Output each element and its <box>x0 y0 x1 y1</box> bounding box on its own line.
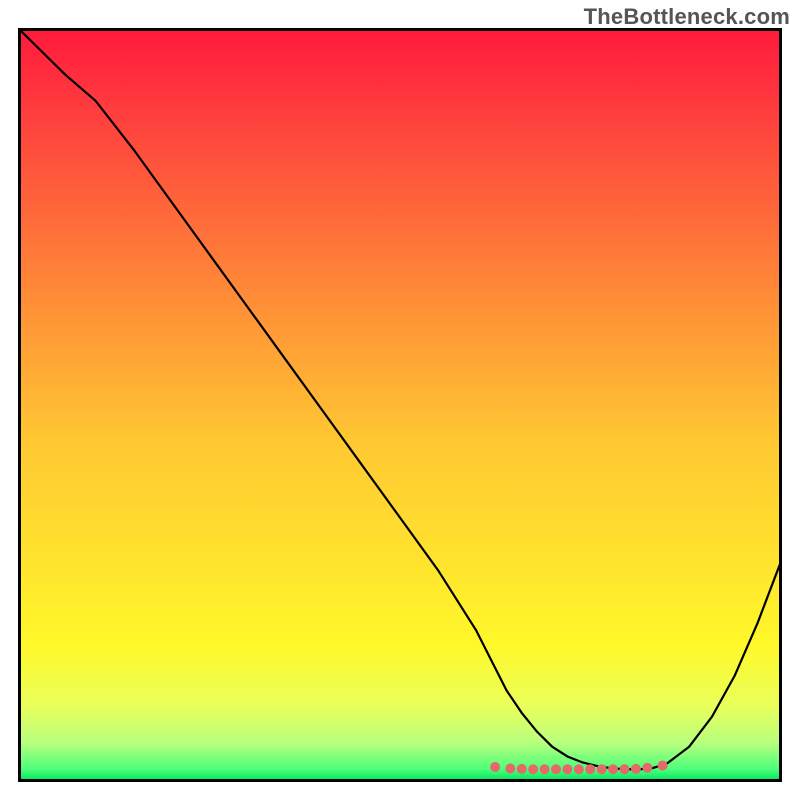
highlight-dot <box>597 764 607 774</box>
highlight-dot <box>658 760 668 770</box>
watermark-text: TheBottleneck.com <box>584 4 790 30</box>
highlight-dot <box>517 764 527 774</box>
highlight-dot <box>505 763 515 773</box>
highlight-dot <box>490 762 500 772</box>
highlight-dot <box>574 764 584 774</box>
highlight-dot <box>528 764 538 774</box>
chart-background <box>20 30 781 781</box>
chart-frame <box>18 28 782 782</box>
highlight-dot <box>631 764 641 774</box>
highlight-dot <box>562 764 572 774</box>
chart-container: TheBottleneck.com <box>0 0 800 800</box>
highlight-dot <box>540 764 550 774</box>
highlight-dot <box>585 764 595 774</box>
highlight-dot <box>608 764 618 774</box>
highlight-dot <box>642 763 652 773</box>
highlight-dot <box>551 764 561 774</box>
highlight-dot <box>620 764 630 774</box>
chart-svg <box>18 28 782 782</box>
